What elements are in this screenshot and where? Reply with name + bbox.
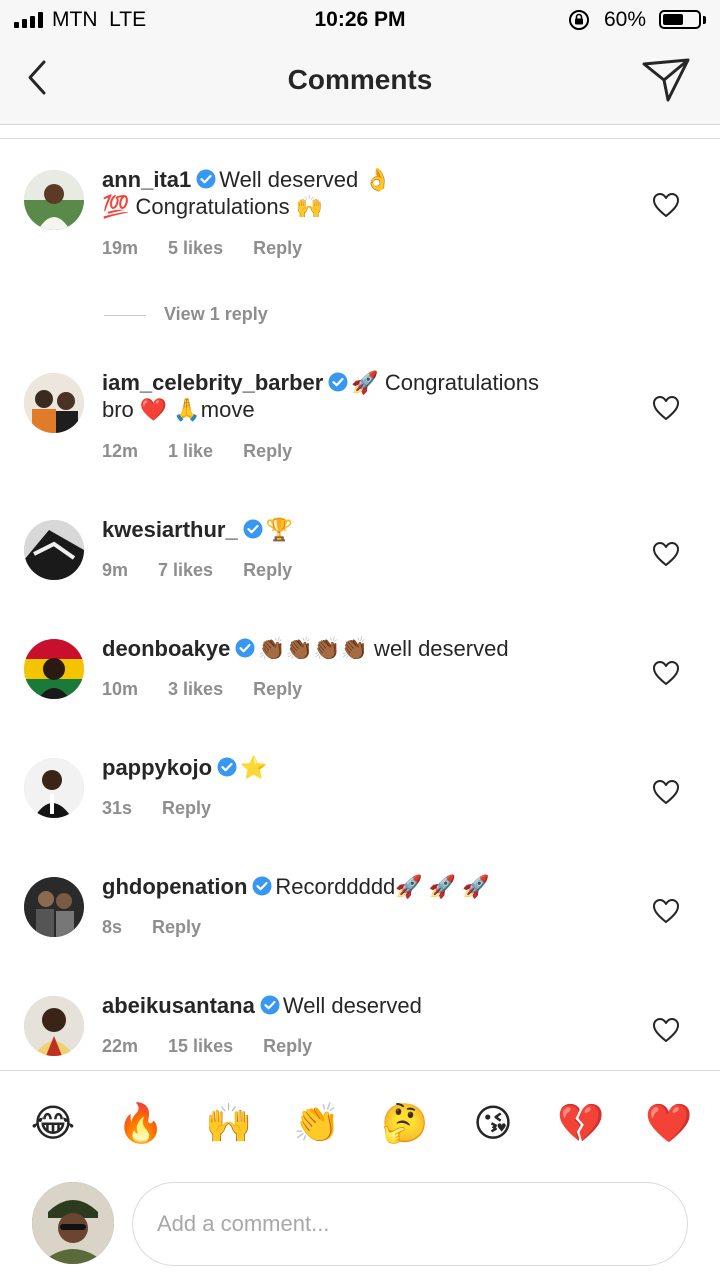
comment-meta: 31s Reply xyxy=(102,798,241,819)
comment-time: 10m xyxy=(102,679,139,699)
emoji-broken-heart-button[interactable]: 💔 xyxy=(556,1101,606,1147)
comment-body: Well deserved xyxy=(282,993,422,1018)
comment-text: deonboakye 👏🏾👏🏾👏🏾👏🏾 well deserved xyxy=(102,635,622,662)
avatar[interactable] xyxy=(24,996,84,1056)
verified-badge-icon xyxy=(217,757,237,777)
battery-tip xyxy=(703,16,706,24)
reply-button[interactable]: Reply xyxy=(253,238,302,258)
reply-button[interactable]: Reply xyxy=(253,679,302,699)
comment-username[interactable]: ann_ita1 xyxy=(102,167,191,192)
like-heart-icon[interactable] xyxy=(652,779,680,805)
comment-text: ghdopenation Recorddddd🚀 🚀 🚀 xyxy=(102,873,622,900)
reply-button[interactable]: Reply xyxy=(243,560,292,580)
comment-time: 8s xyxy=(102,917,123,937)
comment-body-continued: 💯 Congratulations 🙌 xyxy=(102,194,324,219)
comment-composer xyxy=(0,1174,720,1280)
emoji-fire-button[interactable]: 🔥 xyxy=(116,1101,166,1147)
comment-body: Well deserved 👌 xyxy=(219,167,392,192)
comment-username[interactable]: kwesiarthur_ xyxy=(102,517,238,542)
like-heart-icon[interactable] xyxy=(652,660,680,686)
comment-body: ⭐ xyxy=(240,755,268,780)
emoji-clapping-button[interactable]: 👏 xyxy=(292,1101,342,1147)
comment-body: 🏆 xyxy=(265,517,294,542)
verified-badge-icon xyxy=(196,169,216,189)
avatar[interactable] xyxy=(24,758,84,818)
my-avatar xyxy=(32,1182,114,1264)
comment-likes[interactable]: 3 likes xyxy=(168,679,223,699)
comment-meta: 10m 3 likes Reply xyxy=(102,679,332,700)
comment-text: iam_celebrity_barber 🚀 Congratulations bro… xyxy=(102,369,622,423)
reply-button[interactable]: Reply xyxy=(152,917,201,937)
like-heart-icon[interactable] xyxy=(652,898,680,924)
comment-likes[interactable]: 7 likes xyxy=(158,560,213,580)
comment-body: 👏🏾👏🏾👏🏾👏🏾 well deserved xyxy=(258,636,509,661)
verified-badge-icon xyxy=(328,372,348,392)
comment-text: kwesiarthur_ 🏆 xyxy=(102,516,622,543)
battery-level-fill xyxy=(663,14,683,25)
divider xyxy=(104,315,146,316)
orientation-lock-icon xyxy=(569,10,589,30)
comment-time: 22m xyxy=(102,1036,139,1056)
comment-body: 🚀 Congratulations xyxy=(351,370,539,395)
comment-body-continued: bro ❤️ 🙏move xyxy=(102,397,255,422)
comment-text: abeikusantana Well deserved xyxy=(102,992,622,1019)
page-title: Comments xyxy=(287,64,433,95)
avatar[interactable] xyxy=(24,639,84,699)
comment-username[interactable]: pappykojo xyxy=(102,755,212,780)
comment-input[interactable] xyxy=(132,1182,688,1266)
comment-username[interactable]: deonboakye xyxy=(102,636,230,661)
direct-send-icon[interactable] xyxy=(640,54,692,106)
verified-badge-icon xyxy=(252,876,272,896)
divider xyxy=(0,138,720,139)
battery-icon xyxy=(659,10,701,29)
status-bar: MTN LTE 10:26 PM 60% xyxy=(0,0,720,40)
view-replies-label[interactable]: View 1 reply xyxy=(164,304,268,325)
comment-likes[interactable]: 5 likes xyxy=(168,238,223,258)
verified-badge-icon xyxy=(235,638,255,658)
emoji-raised-hands-button[interactable]: 🙌 xyxy=(204,1101,254,1147)
emoji-laughing-button[interactable]: 😂 xyxy=(28,1101,78,1147)
comment-time: 9m xyxy=(102,560,129,580)
reply-button[interactable]: Reply xyxy=(162,798,211,818)
comments-header: Comments xyxy=(0,40,720,125)
comment-likes[interactable]: 1 like xyxy=(168,441,213,461)
comment-username[interactable]: ghdopenation xyxy=(102,874,247,899)
verified-badge-icon xyxy=(243,519,263,539)
like-heart-icon[interactable] xyxy=(652,192,680,218)
emoji-heart-button[interactable]: ❤️ xyxy=(644,1101,694,1147)
like-heart-icon[interactable] xyxy=(652,395,680,421)
comment-meta: 19m 5 likes Reply xyxy=(102,238,332,259)
comment-body: Recorddddd🚀 🚀 🚀 xyxy=(275,874,490,899)
reply-button[interactable]: Reply xyxy=(263,1036,312,1056)
quick-emoji-bar: 😂 🔥 🙌 👏 🤔 😘 💔 ❤️ xyxy=(0,1070,720,1175)
emoji-kiss-button[interactable]: 😘 xyxy=(468,1101,518,1147)
comment-meta: 22m 15 likes Reply xyxy=(102,1036,342,1057)
comment-meta: 12m 1 like Reply xyxy=(102,441,322,462)
verified-badge-icon xyxy=(260,995,280,1015)
avatar[interactable] xyxy=(24,877,84,937)
like-heart-icon[interactable] xyxy=(652,1017,680,1043)
avatar[interactable] xyxy=(24,170,84,230)
comment-text: ann_ita1 Well deserved 👌 💯 Congratulations… xyxy=(102,166,622,220)
like-heart-icon[interactable] xyxy=(652,541,680,567)
comment-time: 19m xyxy=(102,238,139,258)
comment-likes[interactable]: 15 likes xyxy=(168,1036,233,1056)
emoji-thinking-button[interactable]: 🤔 xyxy=(380,1101,430,1147)
comment-time: 12m xyxy=(102,441,139,461)
comment-meta: 9m 7 likes Reply xyxy=(102,560,322,581)
comment-time: 31s xyxy=(102,798,133,818)
comment-username[interactable]: iam_celebrity_barber xyxy=(102,370,323,395)
battery-percent: 60% xyxy=(604,8,647,31)
avatar[interactable] xyxy=(24,520,84,580)
avatar[interactable] xyxy=(24,373,84,433)
comment-text: pappykojo ⭐ xyxy=(102,754,622,781)
reply-button[interactable]: Reply xyxy=(243,441,292,461)
comment-meta: 8s Reply xyxy=(102,917,231,938)
comment-username[interactable]: abeikusantana xyxy=(102,993,255,1018)
